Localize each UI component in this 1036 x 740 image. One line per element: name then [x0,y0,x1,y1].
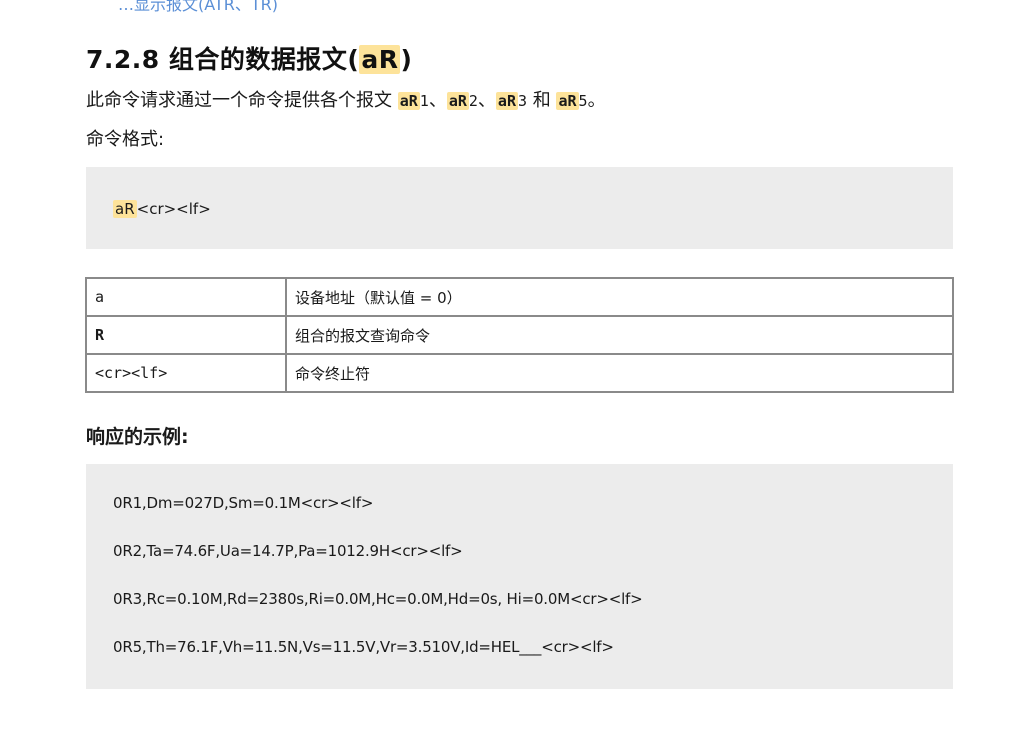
intro-paragraph: 此命令请求通过一个命令提供各个报文 aR 1、 aR 2、 aR 3 和 aR 5。 [86,86,606,112]
intro-separator: 、 [428,90,447,111]
response-line: 0R2,Ta=74.6F,Ua=14.7P,Pa=1012.9H<cr><lf> [113,542,463,560]
intro-command-code: aR [446,92,469,110]
table-row: a 设备地址（默认值 = 0） [85,277,954,317]
command-format-code: aR [113,200,137,218]
response-example-block: 0R1,Dm=027D,Sm=0.1M<cr><lf> 0R2,Ta=74.6F… [86,464,953,689]
command-format-label: 命令格式: [86,129,165,150]
param-desc-cell: 设备地址（默认值 = 0） [285,277,954,317]
command-format-line: aR <cr><lf> [113,200,211,218]
intro-command-code: aR [495,92,518,110]
document-page: …显示报文(ATR、TR) 7.2.8 组合的数据报文(aR) 此命令请求通过一… [0,0,1036,740]
intro-separator: 。 [587,90,606,111]
param-desc-cell: 命令终止符 [285,353,954,393]
section-title-suffix: ) [400,45,413,74]
section-heading: 7.2.8 组合的数据报文(aR) [86,40,412,76]
intro-text: 此命令请求通过一个命令提供各个报文 [86,90,392,111]
command-format-rest: <cr><lf> [136,200,211,218]
parameter-table: a 设备地址（默认值 = 0） R 组合的报文查询命令 <cr><lf> 命令终… [85,277,954,393]
response-example-label: 响应的示例: [86,426,189,448]
section-title-prefix: 组合的数据报文( [168,45,360,74]
response-line: 0R3,Rc=0.10M,Rd=2380s,Ri=0.0M,Hc=0.0M,Hd… [113,590,643,608]
command-format-block: aR <cr><lf> [86,167,953,249]
section-title-code: aR [359,45,401,74]
intro-command-num: 1 [419,92,429,110]
param-name-cell: a [85,277,287,317]
table-row: <cr><lf> 命令终止符 [85,353,954,393]
section-number: 7.2.8 [86,45,160,74]
param-name-cell: <cr><lf> [85,353,287,393]
intro-separator: 、 [477,90,496,111]
intro-command-code: aR [397,92,420,110]
response-line: 0R5,Th=76.1F,Vh=11.5N,Vs=11.5V,Vr=3.510V… [113,638,614,656]
table-row: R 组合的报文查询命令 [85,315,954,355]
response-line: 0R1,Dm=027D,Sm=0.1M<cr><lf> [113,494,374,512]
intro-command-num: 5 [578,92,588,110]
intro-command-num: 3 [517,92,528,110]
intro-command-code: aR [556,92,579,110]
intro-separator: 和 [527,90,557,111]
cut-off-link-text[interactable]: …显示报文(ATR、TR) [118,0,278,15]
param-desc-cell: 组合的报文查询命令 [285,315,954,355]
param-name-cell: R [85,315,287,355]
intro-command-num: 2 [468,92,478,110]
